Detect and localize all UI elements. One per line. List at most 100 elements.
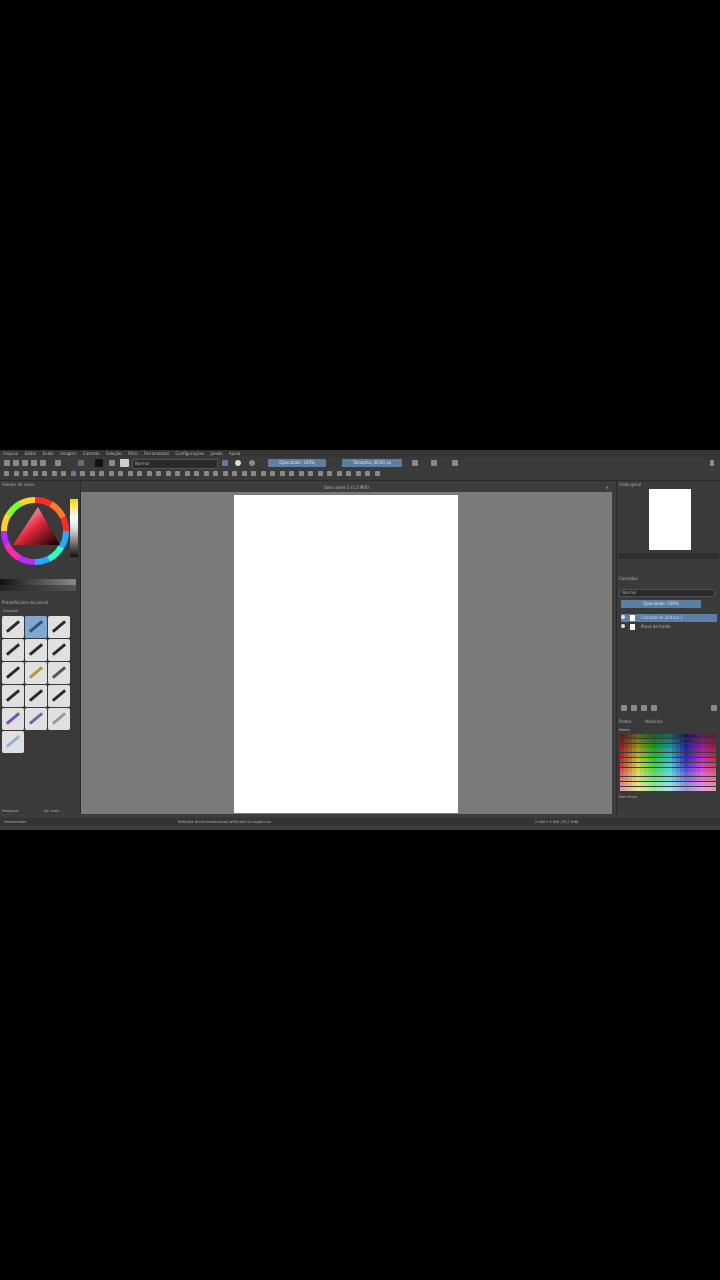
brush-preset[interactable] (48, 708, 70, 730)
brush-preset[interactable] (48, 616, 70, 638)
tool-icon[interactable] (336, 471, 342, 476)
document-canvas[interactable] (234, 495, 458, 813)
tool-icon[interactable] (108, 471, 114, 476)
history-tab[interactable]: Histórico (645, 719, 663, 725)
palette-swatch[interactable] (712, 734, 716, 738)
brush-preset[interactable] (2, 662, 24, 684)
brush-view-more-label[interactable]: Ver mais (44, 808, 59, 814)
brush-preset[interactable] (2, 708, 24, 730)
tool-icon[interactable] (213, 471, 218, 476)
brush-preset[interactable] (25, 639, 47, 661)
tool-icon[interactable] (374, 471, 380, 476)
move-down-icon[interactable] (641, 705, 647, 711)
fill-pattern-icon[interactable] (55, 460, 61, 466)
tool-icon[interactable] (165, 471, 171, 476)
brush-preset[interactable] (25, 708, 47, 730)
palette-swatch[interactable] (712, 758, 716, 762)
layer-opacity-slider[interactable]: Opacidade: 100% (621, 600, 701, 608)
menu-help[interactable]: Ajuda (229, 450, 240, 457)
redo-icon[interactable] (40, 460, 46, 466)
layer-name[interactable]: Plano de fundo (641, 624, 671, 629)
add-layer-icon[interactable] (621, 705, 627, 711)
foreground-color-swatch[interactable] (95, 459, 103, 467)
palette-swatch[interactable] (712, 772, 716, 777)
menu-image[interactable]: Imagem (60, 450, 76, 457)
brush-search-label[interactable]: Pesquisar (2, 808, 19, 814)
palette-swatch[interactable] (712, 777, 716, 782)
save-icon[interactable] (22, 460, 28, 466)
mirror-vertical-icon[interactable] (431, 460, 437, 466)
brush-preset[interactable] (48, 639, 70, 661)
color-saturation-bar[interactable] (0, 585, 76, 591)
menu-settings[interactable]: Configurações (175, 450, 204, 457)
palette-swatch[interactable] (712, 743, 716, 748)
brush-preset[interactable] (2, 731, 24, 753)
brush-preset[interactable] (25, 685, 47, 707)
layer-name[interactable]: Camada de pintura 1 (641, 615, 683, 620)
menu-window[interactable]: Janela (210, 450, 222, 457)
tool-icon[interactable] (127, 471, 133, 476)
tool-icon[interactable] (279, 471, 285, 476)
tool-icon[interactable] (42, 471, 47, 476)
palette-swatch[interactable] (712, 762, 716, 767)
brush-preset-preview-icon[interactable] (120, 459, 129, 467)
brush-preset[interactable] (48, 662, 70, 684)
document-tab[interactable]: Sem nome 1 (1,0 MiB) (324, 485, 369, 490)
menu-view[interactable]: Exibir (43, 450, 54, 457)
menu-edit[interactable]: Editar (25, 450, 37, 457)
tool-icon[interactable] (327, 471, 332, 476)
preserve-alpha-icon[interactable] (235, 460, 241, 466)
palette-tab[interactable]: Paleta (619, 719, 631, 725)
tool-icon[interactable] (365, 471, 370, 476)
tool-icon[interactable] (355, 471, 361, 476)
tool-icon[interactable] (317, 471, 323, 476)
tool-icon[interactable] (32, 471, 38, 476)
tool-icon[interactable] (270, 471, 275, 476)
tool-icon[interactable] (346, 471, 351, 476)
palette-swatch[interactable] (712, 753, 716, 758)
brush-preset[interactable] (25, 662, 47, 684)
eye-icon[interactable] (621, 624, 625, 628)
tool-icon[interactable] (13, 471, 19, 476)
eye-icon[interactable] (621, 615, 625, 619)
new-document-icon[interactable] (4, 460, 10, 466)
menu-file[interactable]: Arquivo (3, 450, 18, 457)
gradient-icon[interactable] (78, 460, 84, 466)
open-document-icon[interactable] (13, 460, 19, 466)
tool-icon[interactable] (232, 471, 237, 476)
brush-preset[interactable] (25, 616, 47, 638)
tool-icon[interactable] (23, 471, 28, 476)
tool-icon[interactable] (4, 471, 9, 476)
tool-icon[interactable] (298, 471, 304, 476)
tool-icon[interactable] (184, 471, 190, 476)
palette-swatch[interactable] (712, 782, 716, 786)
color-profile-status[interactable]: RGB/Alfa (8-bit inteiro/canal) sRGB-elle… (178, 818, 271, 826)
wrap-around-icon[interactable] (452, 460, 458, 466)
palette-swatch[interactable] (712, 767, 716, 772)
brush-tag-label[interactable]: Etiqueta (3, 608, 18, 614)
menu-select[interactable]: Seleção (106, 450, 122, 457)
canvas-area[interactable] (81, 484, 612, 814)
tool-icon[interactable] (70, 471, 76, 476)
duplicate-layer-icon[interactable] (631, 705, 637, 711)
color-wheel[interactable] (1, 493, 81, 573)
tool-icon[interactable] (222, 471, 228, 476)
tool-icon[interactable] (251, 471, 256, 476)
tool-icon[interactable] (156, 471, 161, 476)
layer-blend-mode-select[interactable]: Normal (619, 589, 715, 597)
size-slider[interactable]: Tamanho: 40,00 px (342, 459, 402, 467)
tool-icon[interactable] (308, 471, 313, 476)
toolbar-overflow-icon[interactable] (710, 460, 714, 466)
tool-icon[interactable] (260, 471, 266, 476)
saturation-triangle[interactable] (13, 507, 60, 545)
tool-icon[interactable] (194, 471, 199, 476)
close-document-icon[interactable]: × (606, 484, 609, 492)
tool-icon[interactable] (118, 471, 123, 476)
tool-icon[interactable] (146, 471, 152, 476)
tool-icon[interactable] (289, 471, 294, 476)
layer-row-selected[interactable]: Camada de pintura 1 (621, 614, 717, 622)
tool-icon[interactable] (241, 471, 247, 476)
tool-icon[interactable] (175, 471, 180, 476)
brush-preset[interactable] (48, 685, 70, 707)
tool-icon[interactable] (80, 471, 85, 476)
